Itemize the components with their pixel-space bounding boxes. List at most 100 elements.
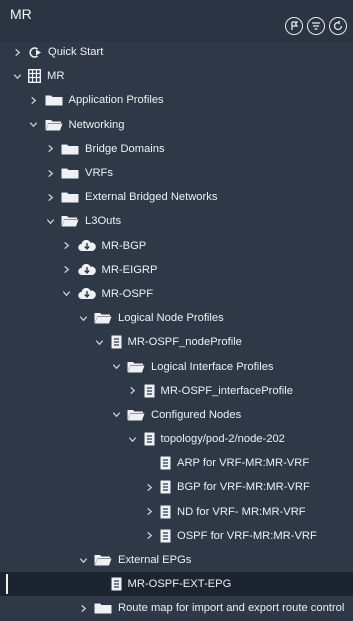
chevron-right-icon[interactable] [45, 192, 55, 202]
document-icon [111, 577, 122, 591]
tree-item-label: Bridge Domains [85, 142, 165, 155]
l3out-cloud-icon [77, 239, 96, 252]
folder-open-icon [94, 312, 112, 324]
tree-item-label: MR-OSPF-EXT-EPG [127, 578, 232, 591]
chevron-right-icon[interactable] [62, 241, 72, 251]
tree-item-configured-nodes[interactable]: Configured Nodes [0, 403, 353, 427]
tree-item-vrfs[interactable]: VRFs [0, 161, 353, 185]
folder-open-icon [127, 361, 145, 373]
tree-item-label: MR-OSPF_nodeProfile [127, 336, 242, 349]
panel-title: MR [10, 6, 32, 22]
document-icon [144, 384, 155, 398]
folder-icon [45, 94, 63, 106]
tree-item-label: MR-EIGRP [101, 263, 158, 276]
document-icon [160, 480, 171, 494]
chevron-down-icon[interactable] [111, 410, 121, 420]
chevron-down-icon[interactable] [45, 216, 55, 226]
l3out-cloud-icon [77, 287, 96, 300]
tree-item-logical-interface-profiles[interactable]: Logical Interface Profiles [0, 354, 353, 378]
document-icon [160, 456, 171, 470]
quick-start-icon [28, 46, 42, 59]
tree-item-external-epgs[interactable]: External EPGs [0, 548, 353, 572]
tree-item-mr-eigrp[interactable]: MR-EIGRP [0, 258, 353, 282]
tree-item-label: MR [47, 70, 65, 83]
header-actions [285, 17, 347, 35]
document-icon [160, 505, 171, 519]
chevron-right-icon[interactable] [62, 265, 72, 275]
chevron-down-icon[interactable] [62, 289, 72, 299]
chevron-right-icon[interactable] [144, 531, 154, 541]
folder-open-icon [127, 409, 145, 421]
tree-item-external-bridged-networks[interactable]: External Bridged Networks [0, 185, 353, 209]
tree-item-mr-ospf[interactable]: MR-OSPF [0, 282, 353, 306]
folder-open-icon [94, 554, 112, 566]
tree-item-label: Application Profiles [68, 94, 164, 107]
tree-item-label: Networking [68, 118, 125, 131]
chevron-right-icon[interactable] [12, 47, 22, 57]
tree-item-label: MR-OSPF [101, 287, 154, 300]
folder-open-icon [61, 215, 79, 227]
filter-icon[interactable] [307, 17, 325, 35]
folder-icon [61, 143, 79, 155]
tree-item-label: OSPF for VRF-MR:MR-VRF [177, 529, 317, 542]
tree-item-bgp-for-vrf[interactable]: BGP for VRF-MR:MR-VRF [0, 475, 353, 499]
tree-item-topology-pod-2-node-202[interactable]: topology/pod-2/node-202 [0, 427, 353, 451]
chevron-right-icon[interactable] [144, 482, 154, 492]
tree-item-nd-for-vrf[interactable]: ND for VRF- MR:MR-VRF [0, 500, 353, 524]
chevron-right-icon[interactable] [144, 507, 154, 517]
tree-item-mr[interactable]: MR [0, 64, 353, 88]
chevron-right-icon[interactable] [29, 95, 39, 105]
tree-item-label: Quick Start [48, 46, 104, 59]
tree-item-mr-ospf-ext-epg[interactable]: MR-OSPF-EXT-EPG [0, 572, 353, 597]
tree-item-label: ARP for VRF-MR:MR-VRF [177, 457, 310, 470]
tree-item-ospf-for-vrf[interactable]: OSPF for VRF-MR:MR-VRF [0, 524, 353, 548]
document-icon [111, 335, 122, 349]
tree-item-label: L3Outs [85, 215, 122, 228]
tree-item-quick-start[interactable]: Quick Start [0, 40, 353, 64]
tree-item-label: topology/pod-2/node-202 [160, 433, 285, 446]
chevron-down-icon[interactable] [78, 313, 88, 323]
tree-item-logical-node-profiles[interactable]: Logical Node Profiles [0, 306, 353, 330]
tree-item-label: External EPGs [118, 554, 192, 567]
tree-item-application-profiles[interactable]: Application Profiles [0, 88, 353, 112]
tree-item-arp-for-vrf[interactable]: ARP for VRF-MR:MR-VRF [0, 451, 353, 475]
folder-icon [61, 167, 79, 179]
tree-item-label: VRFs [85, 167, 113, 180]
panel-header: MR [0, 0, 353, 42]
folder-icon [94, 602, 112, 614]
l3out-cloud-icon [77, 263, 96, 276]
chevron-right-icon[interactable] [45, 144, 55, 154]
pin-icon[interactable] [285, 17, 303, 35]
document-icon [144, 432, 155, 446]
chevron-down-icon[interactable] [111, 362, 121, 372]
tree-item-label: External Bridged Networks [85, 191, 218, 204]
chevron-down-icon[interactable] [12, 71, 22, 81]
chevron-right-icon[interactable] [128, 386, 138, 396]
tree-item-label: BGP for VRF-MR:MR-VRF [177, 481, 310, 494]
tree-item-label: Logical Interface Profiles [151, 360, 274, 373]
chevron-right-icon[interactable] [45, 168, 55, 178]
folder-icon [61, 191, 79, 203]
tree-item-route-map[interactable]: Route map for import and export route co… [0, 596, 353, 620]
chevron-down-icon[interactable] [95, 337, 105, 347]
tree-item-label: MR-OSPF_interfaceProfile [160, 384, 293, 397]
tree-item-bridge-domains[interactable]: Bridge Domains [0, 137, 353, 161]
navigation-tree: Quick Start MR Application Profiles Network… [0, 40, 353, 621]
tree-item-l3outs[interactable]: L3Outs [0, 209, 353, 233]
refresh-icon[interactable] [329, 17, 347, 35]
chevron-down-icon[interactable] [78, 555, 88, 565]
tree-item-label: Logical Node Profiles [118, 312, 224, 325]
chevron-down-icon[interactable] [128, 434, 138, 444]
folder-open-icon [45, 119, 63, 131]
tree-item-mr-ospf-interfaceprofile[interactable]: MR-OSPF_interfaceProfile [0, 379, 353, 403]
tree-item-mr-bgp[interactable]: MR-BGP [0, 234, 353, 258]
tree-item-label: Configured Nodes [151, 408, 242, 421]
chevron-right-icon[interactable] [78, 603, 88, 613]
tree-item-label: MR-BGP [101, 239, 147, 252]
tree-item-networking[interactable]: Networking [0, 113, 353, 137]
tree-item-label: Route map for import and export route co… [118, 602, 345, 615]
chevron-down-icon[interactable] [29, 120, 39, 130]
tree-item-mr-ospf-nodeprofile[interactable]: MR-OSPF_nodeProfile [0, 330, 353, 354]
tree-item-label: ND for VRF- MR:MR-VRF [177, 505, 306, 518]
document-icon [160, 529, 171, 543]
